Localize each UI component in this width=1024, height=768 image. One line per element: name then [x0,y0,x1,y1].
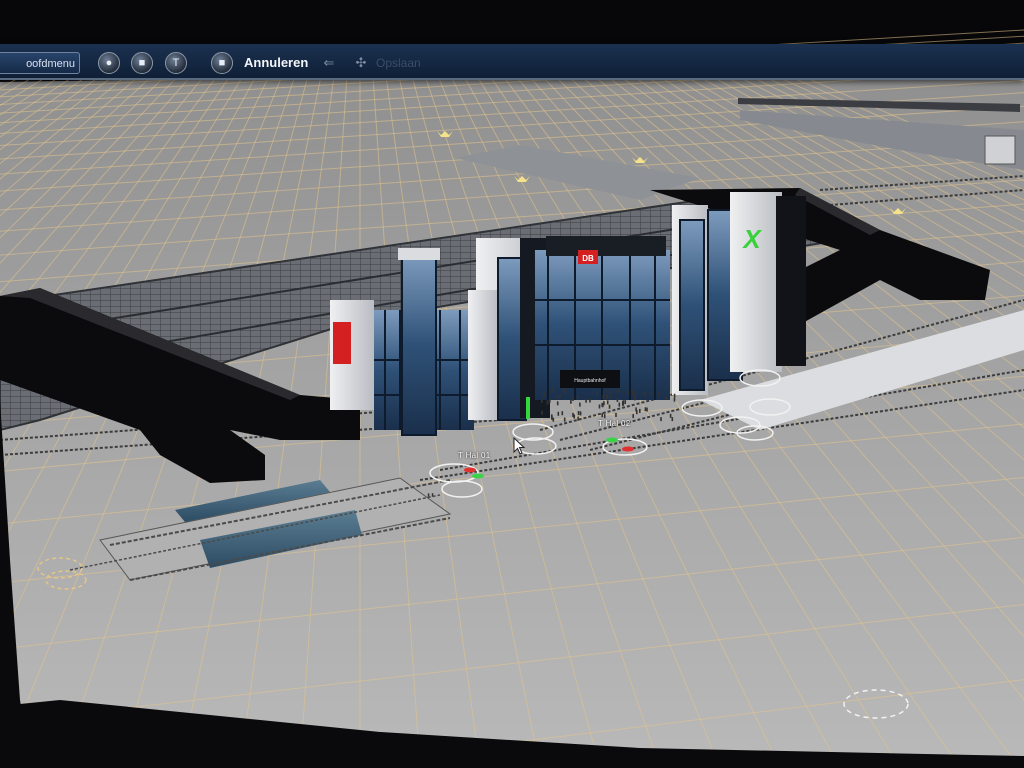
pedestrian [646,407,648,412]
globe-button[interactable]: ● [98,52,120,74]
3d-scene[interactable]: DB X Hauptbahnhof [0,0,1024,768]
waypoint-label: T Hal 02 [598,419,631,428]
pedestrian [605,395,608,400]
pedestrian [602,395,604,399]
power-button[interactable]: ■ [211,52,233,74]
pedestrian [556,401,559,406]
waypoint-label: T Hal 01 [458,451,491,460]
game-viewport[interactable]: DB X Hauptbahnhof T Hal 01 T Hal 02 oofd… [0,0,1024,768]
pedestrian [561,411,564,416]
pedestrian [563,417,566,422]
pedestrian [546,400,549,405]
pedestrian [636,410,638,415]
pedestrian [601,402,603,407]
pedestrian [669,413,672,418]
pedestrian [644,407,647,412]
pedestrian [622,402,624,407]
pedestrian [577,416,579,421]
pedestrian [634,392,636,397]
arrow-left-icon[interactable]: ⇐ [320,54,338,72]
entrance-sign: Hauptbahnhof [574,378,606,384]
pedestrian [603,390,605,395]
pedestrian [589,398,591,403]
pedestrian [541,410,543,415]
db-ad-panel [333,322,351,364]
pedestrian [572,412,574,417]
pedestrian [559,394,561,399]
pedestrian [658,392,660,397]
mouse-cursor-icon [513,437,526,455]
monitor-bezel-top [0,0,1024,48]
pedestrian [552,417,555,422]
pedestrian [570,399,572,404]
pedestrian [644,392,646,396]
pedestrian [615,412,617,417]
pedestrian [579,402,581,407]
pedestrian [660,417,662,422]
cancel-button[interactable]: Annuleren [244,52,308,74]
stop-icon: ■ [138,57,146,69]
info-button[interactable]: T [165,52,187,74]
pedestrian [609,389,611,394]
pedestrian [577,411,580,415]
pedestrian [673,393,676,398]
pedestrian [551,415,553,420]
pedestrian [617,388,620,393]
globe-icon: ● [105,57,113,69]
pedestrian [616,397,619,402]
pedestrian [543,392,545,397]
pedestrian [632,390,634,395]
power-icon: ■ [218,57,226,69]
pedestrian [639,408,641,413]
main-menu-button[interactable]: oofdmenu [0,52,80,74]
pedestrian [627,390,629,395]
db-sign-text: DB [582,254,594,263]
pedestrian [634,396,636,401]
station-logo: X [741,224,762,254]
pedestrian [603,414,606,419]
pedestrian [618,402,621,407]
pedestrian [551,388,554,393]
pedestrian [671,417,674,422]
pedestrian [650,392,653,397]
pedestrian [606,400,609,405]
pedestrian [598,404,601,409]
pedestrian [572,396,574,401]
pedestrian [665,395,668,400]
pedestrian [557,411,560,416]
save-icon: ✣ [355,55,367,70]
pedestrian [563,388,565,392]
info-icon: T [172,57,180,69]
pedestrian [427,493,430,497]
stop-button[interactable]: ■ [131,52,153,74]
pedestrian [608,404,611,409]
pedestrian [624,400,626,405]
pedestrian [609,395,612,400]
pedestrian [541,398,543,403]
pedestrian [577,395,579,400]
pedestrian [632,414,634,419]
pedestrian [673,397,676,402]
pedestrian [549,398,551,403]
pedestrian [596,391,599,396]
editor-toolbar: oofdmenu ● ■ T ■ Annuleren ⇐ ✣ Opslaan [0,44,1024,80]
green-marker-pole [526,397,530,419]
save-button[interactable]: Opslaan [376,52,421,74]
pedestrian [556,395,558,400]
pedestrian [601,413,603,418]
pedestrian [585,398,587,403]
pedestrian [603,401,605,406]
pedestrian [579,411,582,416]
